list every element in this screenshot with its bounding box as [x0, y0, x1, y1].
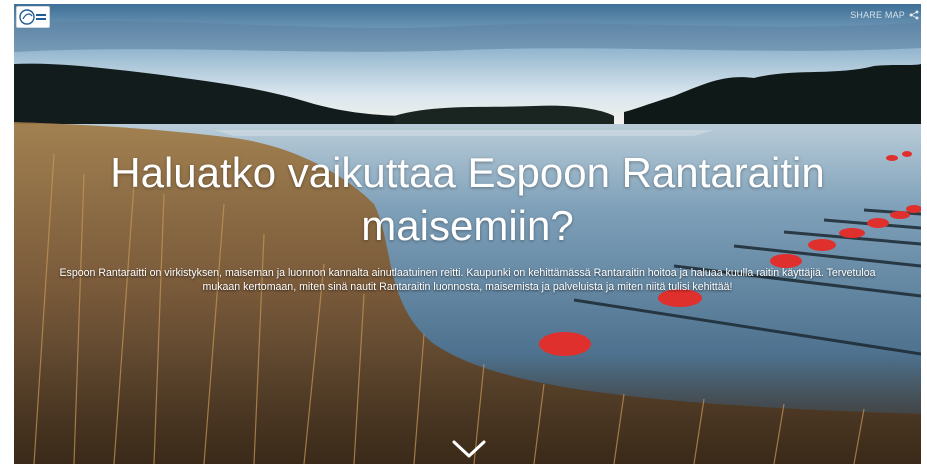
share-icon [909, 10, 919, 20]
share-label: SHARE MAP [850, 10, 905, 20]
title-line-1: Haluatko vaikuttaa Espoon Rantaraitin [110, 149, 825, 196]
page-title: Haluatko vaikuttaa Espoon Rantaraitin ma… [14, 146, 921, 252]
scroll-down-button[interactable] [451, 436, 487, 462]
share-button[interactable]: SHARE MAP [850, 10, 919, 20]
espoo-logo[interactable] [16, 6, 50, 28]
chevron-down-icon [452, 440, 486, 458]
title-line-2: maisemiin? [361, 202, 574, 249]
story-cover: SHARE MAP Haluatko vaikuttaa Espoon Rant… [14, 4, 921, 464]
intro-text: Espoon Rantaraitti on virkistyksen, mais… [59, 267, 876, 293]
